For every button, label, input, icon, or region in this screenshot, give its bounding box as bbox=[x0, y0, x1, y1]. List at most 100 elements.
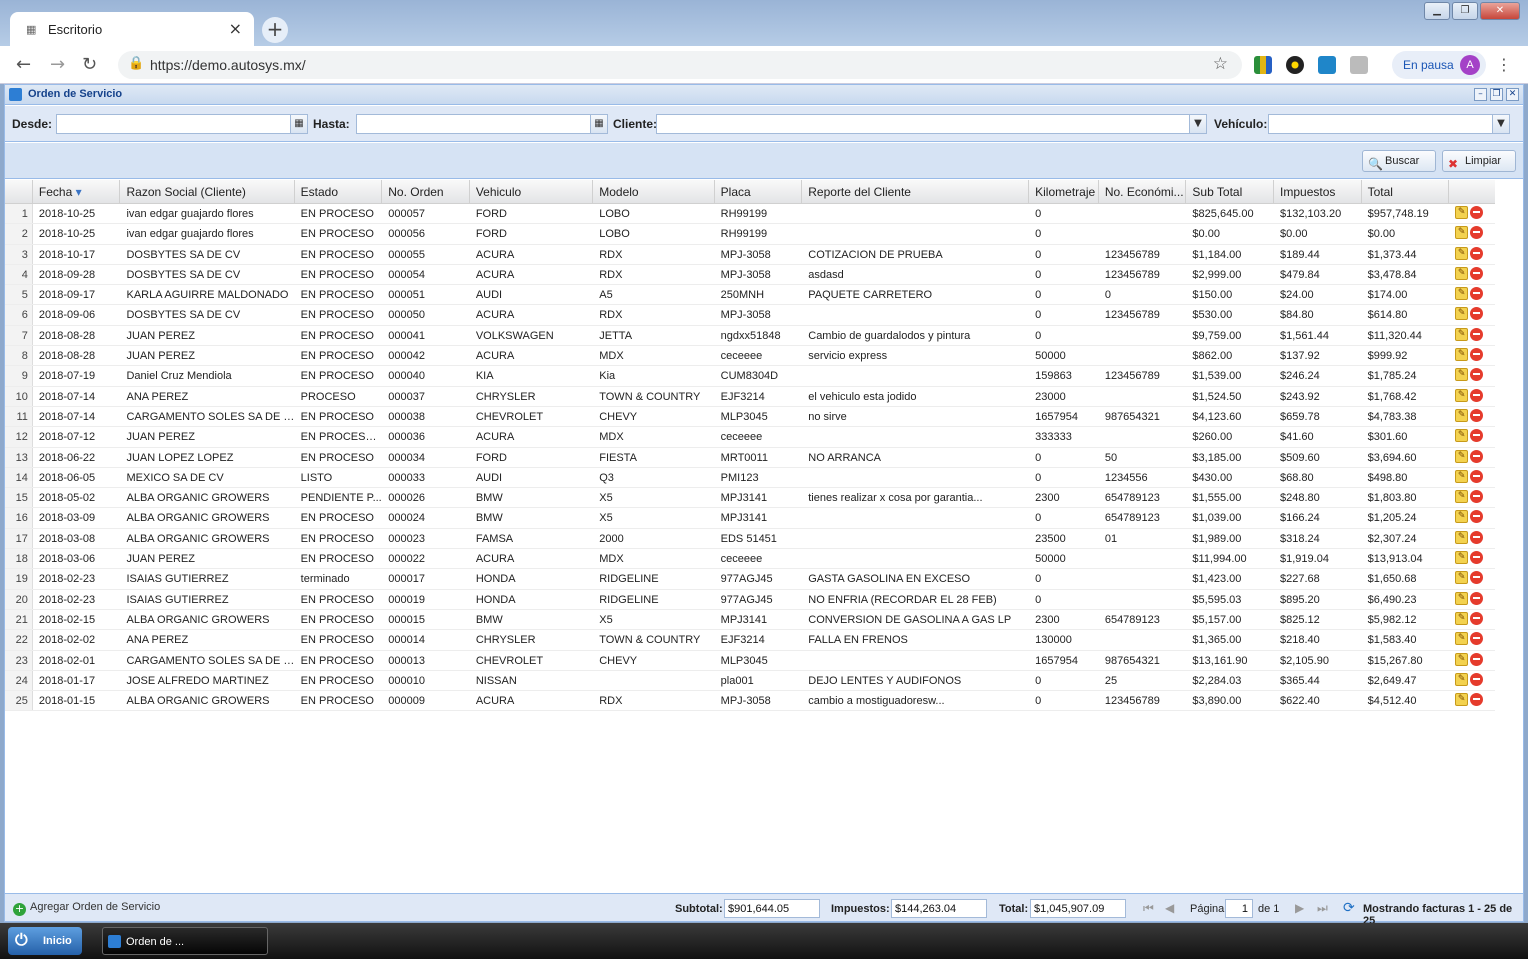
prev-page-icon[interactable]: ◀ bbox=[1165, 901, 1174, 915]
browser-tab[interactable]: ▦ Escritorio × bbox=[10, 12, 254, 46]
edit-icon[interactable]: ✎ bbox=[1455, 591, 1469, 605]
edit-icon[interactable]: ✎ bbox=[1455, 551, 1469, 565]
delete-icon[interactable] bbox=[1470, 449, 1484, 463]
profile-button[interactable]: En pausa A bbox=[1392, 51, 1486, 79]
edit-icon[interactable]: ✎ bbox=[1455, 327, 1469, 341]
column-header[interactable]: Estado bbox=[295, 180, 383, 203]
edit-icon[interactable]: ✎ bbox=[1455, 287, 1469, 301]
edit-icon[interactable]: ✎ bbox=[1455, 266, 1469, 280]
column-header[interactable]: Total bbox=[1362, 180, 1450, 203]
table-row[interactable]: 17 2018-03-08 ALBA ORGANIC GROWERS EN PROCE… bbox=[5, 528, 1495, 550]
table-row[interactable]: 20 2018-02-23 ISAIAS GUTIERREZ EN PROCESO 00… bbox=[5, 589, 1495, 610]
column-header[interactable]: Sub Total bbox=[1186, 180, 1275, 203]
buscar-button[interactable]: 🔍 Buscar bbox=[1362, 150, 1436, 172]
edit-icon[interactable]: ✎ bbox=[1455, 246, 1469, 260]
edit-icon[interactable]: ✎ bbox=[1455, 490, 1469, 504]
table-row[interactable]: 8 2018-08-28 JUAN PEREZ EN PROCESO 000042 ACU… bbox=[5, 346, 1495, 367]
minimize-button[interactable]: ▁ bbox=[1424, 2, 1450, 20]
delete-icon[interactable] bbox=[1470, 246, 1484, 260]
delete-icon[interactable] bbox=[1470, 571, 1484, 585]
column-header[interactable]: Razon Social (Cliente) bbox=[120, 180, 295, 203]
edit-icon[interactable]: ✎ bbox=[1455, 307, 1469, 321]
tab-close-icon[interactable]: × bbox=[229, 19, 242, 38]
table-row[interactable]: 18 2018-03-06 JUAN PEREZ EN PROCESO 000022 AC… bbox=[5, 549, 1495, 570]
column-header[interactable]: No. Económi... bbox=[1099, 180, 1187, 203]
table-row[interactable]: 19 2018-02-23 ISAIAS GUTIERREZ terminado 000… bbox=[5, 569, 1495, 590]
cliente-chevron-down-icon[interactable]: ▼ bbox=[1189, 115, 1206, 133]
column-header[interactable]: Kilometraje bbox=[1029, 180, 1099, 203]
delete-icon[interactable] bbox=[1470, 672, 1484, 686]
edit-icon[interactable]: ✎ bbox=[1455, 469, 1469, 483]
start-button[interactable]: ⏻ Inicio bbox=[8, 927, 82, 955]
edit-icon[interactable]: ✎ bbox=[1455, 429, 1469, 443]
forward-icon[interactable]: → bbox=[50, 54, 65, 75]
extension-scissors-icon[interactable] bbox=[1318, 56, 1336, 74]
table-row[interactable]: 21 2018-02-15 ALBA ORGANIC GROWERS EN PROCE… bbox=[5, 609, 1495, 631]
delete-icon[interactable] bbox=[1470, 611, 1484, 625]
edit-icon[interactable]: ✎ bbox=[1455, 449, 1469, 463]
table-row[interactable]: 3 2018-10-17 DOSBYTES SA DE CV EN PROCESO 00… bbox=[5, 244, 1495, 265]
table-row[interactable]: 13 2018-06-22 JUAN LOPEZ LOPEZ EN PROCESO 00… bbox=[5, 447, 1495, 468]
delete-icon[interactable] bbox=[1470, 266, 1484, 280]
add-order-button[interactable]: + Agregar Orden de Servicio bbox=[13, 901, 160, 916]
delete-icon[interactable] bbox=[1470, 652, 1484, 666]
extension-profile-icon[interactable] bbox=[1350, 56, 1368, 74]
table-row[interactable]: 7 2018-08-28 JUAN PEREZ EN PROCESO 000041 VOL… bbox=[5, 325, 1495, 347]
delete-icon[interactable] bbox=[1470, 327, 1484, 341]
delete-icon[interactable] bbox=[1470, 632, 1484, 646]
edit-icon[interactable]: ✎ bbox=[1455, 368, 1469, 382]
table-row[interactable]: 1 2018-10-25 ivan edgar guajardo flores EN … bbox=[5, 204, 1495, 225]
first-page-icon[interactable]: ⏮ bbox=[1143, 901, 1154, 916]
table-row[interactable]: 15 2018-05-02 ALBA ORGANIC GROWERS PENDIENT… bbox=[5, 488, 1495, 509]
delete-icon[interactable] bbox=[1470, 348, 1484, 362]
refresh-icon[interactable]: ⟳ bbox=[1343, 900, 1355, 916]
table-row[interactable]: 11 2018-07-14 CARGAMENTO SOLES SA DE CV EN … bbox=[5, 406, 1495, 428]
bookmark-star-icon[interactable]: ☆ bbox=[1213, 54, 1228, 74]
edit-icon[interactable]: ✎ bbox=[1455, 388, 1469, 402]
delete-icon[interactable] bbox=[1470, 368, 1484, 382]
column-header[interactable]: No. Orden bbox=[382, 180, 470, 203]
delete-icon[interactable] bbox=[1470, 287, 1484, 301]
table-row[interactable]: 25 2018-01-15 ALBA ORGANIC GROWERS EN PROCE… bbox=[5, 691, 1495, 712]
window-minimize-icon[interactable]: – bbox=[1474, 88, 1487, 101]
delete-icon[interactable] bbox=[1470, 226, 1484, 240]
last-page-icon[interactable]: ⏭ bbox=[1317, 901, 1328, 916]
cliente-select[interactable]: ▼ bbox=[656, 114, 1207, 134]
table-row[interactable]: 24 2018-01-17 JOSE ALFREDO MARTINEZ EN PROC… bbox=[5, 670, 1495, 692]
table-row[interactable]: 6 2018-09-06 DOSBYTES SA DE CV EN PROCESO 00… bbox=[5, 305, 1495, 326]
site-info-icon[interactable]: 🔒 bbox=[128, 56, 144, 71]
column-header[interactable]: Impuestos bbox=[1274, 180, 1362, 203]
edit-icon[interactable]: ✎ bbox=[1455, 611, 1469, 625]
edit-icon[interactable]: ✎ bbox=[1455, 652, 1469, 666]
address-bar[interactable]: 🔒 https://demo.autosys.mx/ ☆ bbox=[118, 51, 1242, 79]
edit-icon[interactable]: ✎ bbox=[1455, 348, 1469, 362]
delete-icon[interactable] bbox=[1470, 307, 1484, 321]
table-scroll-area[interactable] bbox=[1501, 180, 1523, 890]
hasta-date-input[interactable]: ▦ bbox=[356, 114, 608, 134]
table-row[interactable]: 5 2018-09-17 KARLA AGUIRRE MALDONADO EN PRO… bbox=[5, 285, 1495, 306]
reload-icon[interactable]: ↻ bbox=[82, 54, 97, 75]
delete-icon[interactable] bbox=[1470, 510, 1484, 524]
delete-icon[interactable] bbox=[1470, 469, 1484, 483]
hasta-calendar-icon[interactable]: ▦ bbox=[590, 115, 607, 133]
delete-icon[interactable] bbox=[1470, 530, 1484, 544]
delete-icon[interactable] bbox=[1470, 551, 1484, 565]
extension-chart-icon[interactable] bbox=[1254, 56, 1272, 74]
desde-calendar-icon[interactable]: ▦ bbox=[290, 115, 307, 133]
edit-icon[interactable]: ✎ bbox=[1455, 408, 1469, 422]
table-row[interactable]: 14 2018-06-05 MEXICO SA DE CV LISTO 000033 AU… bbox=[5, 467, 1495, 489]
page-number-input[interactable]: 1 bbox=[1225, 899, 1253, 918]
taskbar-item-orden[interactable]: Orden de ... bbox=[102, 927, 268, 955]
table-row[interactable]: 12 2018-07-12 JUAN PEREZ EN PROCESOs... 0000… bbox=[5, 427, 1495, 448]
column-header[interactable]: Vehiculo bbox=[470, 180, 594, 203]
vehiculo-select[interactable]: ▼ bbox=[1268, 114, 1510, 134]
vehiculo-chevron-down-icon[interactable]: ▼ bbox=[1492, 115, 1509, 133]
edit-icon[interactable]: ✎ bbox=[1455, 530, 1469, 544]
table-row[interactable]: 16 2018-03-09 ALBA ORGANIC GROWERS EN PROCE… bbox=[5, 508, 1495, 529]
delete-icon[interactable] bbox=[1470, 429, 1484, 443]
window-close-icon[interactable]: ✕ bbox=[1506, 88, 1519, 101]
limpiar-button[interactable]: ✖ Limpiar bbox=[1442, 150, 1516, 172]
table-row[interactable]: 2 2018-10-25 ivan edgar guajardo flores EN … bbox=[5, 224, 1495, 245]
delete-icon[interactable] bbox=[1470, 693, 1484, 707]
back-icon[interactable]: ← bbox=[16, 54, 31, 75]
